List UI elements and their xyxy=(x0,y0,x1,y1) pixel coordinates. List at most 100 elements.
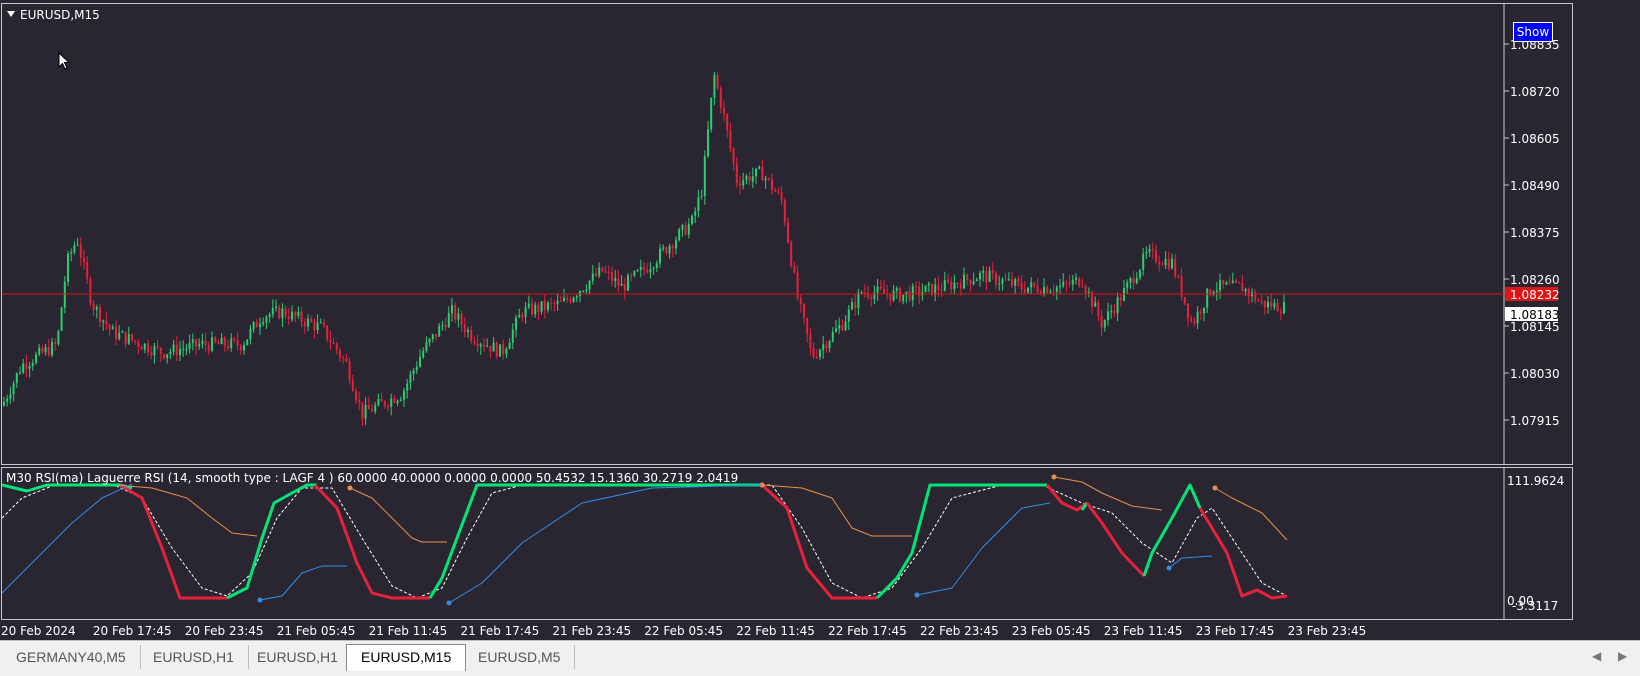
candle-body xyxy=(751,176,754,182)
candle-body xyxy=(1014,279,1017,286)
candle-body xyxy=(115,326,117,339)
time-label: 20 Feb 23:45 xyxy=(185,624,264,638)
candle-body xyxy=(300,311,303,323)
candle-body xyxy=(1222,280,1225,285)
tab-scroll-left-icon[interactable]: ◀ xyxy=(1592,649,1601,663)
candle-body xyxy=(1119,297,1122,301)
candle-body xyxy=(297,311,300,316)
symbol-title-text: EURUSD,M15 xyxy=(20,8,100,22)
candle-body xyxy=(239,345,242,351)
candle-body xyxy=(1094,302,1097,307)
candle-body xyxy=(540,301,543,312)
price-label: 1.08490 xyxy=(1510,179,1560,193)
candle-body xyxy=(57,330,60,344)
candle-body xyxy=(844,321,847,331)
candle-body xyxy=(684,224,687,235)
candle-body xyxy=(726,114,729,131)
candle-body xyxy=(217,341,220,344)
candle-body xyxy=(553,302,556,305)
candle-body xyxy=(991,270,994,274)
price-label: 1.08260 xyxy=(1510,273,1560,287)
candle-body xyxy=(771,178,773,191)
candle-body xyxy=(246,339,249,346)
candle-body xyxy=(73,245,76,253)
candle-body xyxy=(1068,283,1071,285)
candle-body xyxy=(182,348,185,350)
candle-body xyxy=(223,337,226,346)
candle-body xyxy=(668,246,671,254)
candle-body xyxy=(454,305,457,320)
time-label: 22 Feb 23:45 xyxy=(920,624,999,638)
candle-body xyxy=(1135,277,1138,284)
candle-body xyxy=(633,271,636,276)
candle-body xyxy=(1001,279,1004,284)
candle-body xyxy=(460,313,463,325)
tab-eurusd-h1-2[interactable]: EURUSD,H1 xyxy=(243,645,353,669)
candle-body xyxy=(678,229,681,241)
candle-body xyxy=(697,197,700,212)
candle-body xyxy=(371,409,373,412)
candle-body xyxy=(1257,300,1260,302)
candle-body xyxy=(777,191,780,193)
candle-body xyxy=(1241,283,1244,292)
candle-body xyxy=(339,350,341,358)
candle-body xyxy=(95,306,98,310)
candle-body xyxy=(534,304,537,315)
symbol-title[interactable]: EURUSD,M15 xyxy=(7,8,100,22)
candle-body xyxy=(975,279,978,282)
candle-body xyxy=(761,166,764,181)
candle-body xyxy=(358,400,361,403)
time-label: 22 Feb 11:45 xyxy=(736,624,815,638)
candle-body xyxy=(707,129,709,157)
tab-eurusd-m5[interactable]: EURUSD,M5 xyxy=(464,645,576,669)
candle-body xyxy=(476,343,479,347)
rsi-line-up xyxy=(226,483,317,600)
candle-body xyxy=(595,273,597,276)
candle-body xyxy=(1020,282,1023,289)
candle-body xyxy=(463,324,466,333)
candle-body xyxy=(111,326,114,330)
candle-body xyxy=(428,338,431,343)
candle-body xyxy=(966,274,969,280)
indicator-pane[interactable]: 111.9624 0.00 -3.3117 M30 RSI(ma) Laguerre… xyxy=(1,467,1573,620)
tab-eurusd-h1[interactable]: EURUSD,H1 xyxy=(139,645,249,669)
candle-body xyxy=(1062,281,1065,286)
chart-window: 1.08835 1.08720 1.08605 1.08490 1.08375 1.082… xyxy=(0,0,1640,640)
candle-body xyxy=(1203,307,1205,314)
chart-tab-bar: GERMANY40,M5 EURUSD,H1 EURUSD,H1 EURUSD,… xyxy=(0,640,1640,676)
candle-body xyxy=(585,289,588,291)
show-button[interactable]: Show xyxy=(1513,22,1553,42)
candle-body xyxy=(63,281,66,308)
candle-body xyxy=(511,329,514,343)
candle-body xyxy=(531,303,533,315)
candle-body xyxy=(502,344,505,355)
time-label: 23 Feb 17:45 xyxy=(1196,624,1275,638)
candle-body xyxy=(627,275,629,291)
tab-eurusd-m15[interactable]: EURUSD,M15 xyxy=(346,644,467,671)
candle-body xyxy=(1023,288,1026,293)
candle-body xyxy=(425,342,428,351)
candle-body xyxy=(1183,297,1186,304)
candle-body xyxy=(959,284,962,289)
price-chart-pane[interactable]: 1.08835 1.08720 1.08605 1.08490 1.08375 1.082… xyxy=(1,3,1573,465)
candle-body xyxy=(326,325,329,340)
tab-germany40-m5[interactable]: GERMANY40,M5 xyxy=(2,645,141,669)
candle-body xyxy=(556,300,559,305)
candle-body xyxy=(847,309,850,322)
candle-body xyxy=(380,399,383,402)
candle-body xyxy=(1145,251,1148,254)
candle-body xyxy=(620,283,623,286)
blue-dot xyxy=(446,600,452,606)
dropdown-triangle-icon[interactable] xyxy=(7,11,15,17)
candle-body xyxy=(1228,282,1231,284)
candle-body xyxy=(1007,279,1010,281)
orange-line xyxy=(116,484,258,537)
blue-line xyxy=(259,565,347,601)
candle-body xyxy=(963,274,965,289)
candle-body xyxy=(473,341,476,344)
candle-body xyxy=(729,130,732,149)
candle-body xyxy=(841,325,844,331)
tab-scroll-right-icon[interactable]: ▶ xyxy=(1618,649,1627,663)
rsi-line-down xyxy=(1045,484,1088,512)
candle-body xyxy=(809,334,812,348)
